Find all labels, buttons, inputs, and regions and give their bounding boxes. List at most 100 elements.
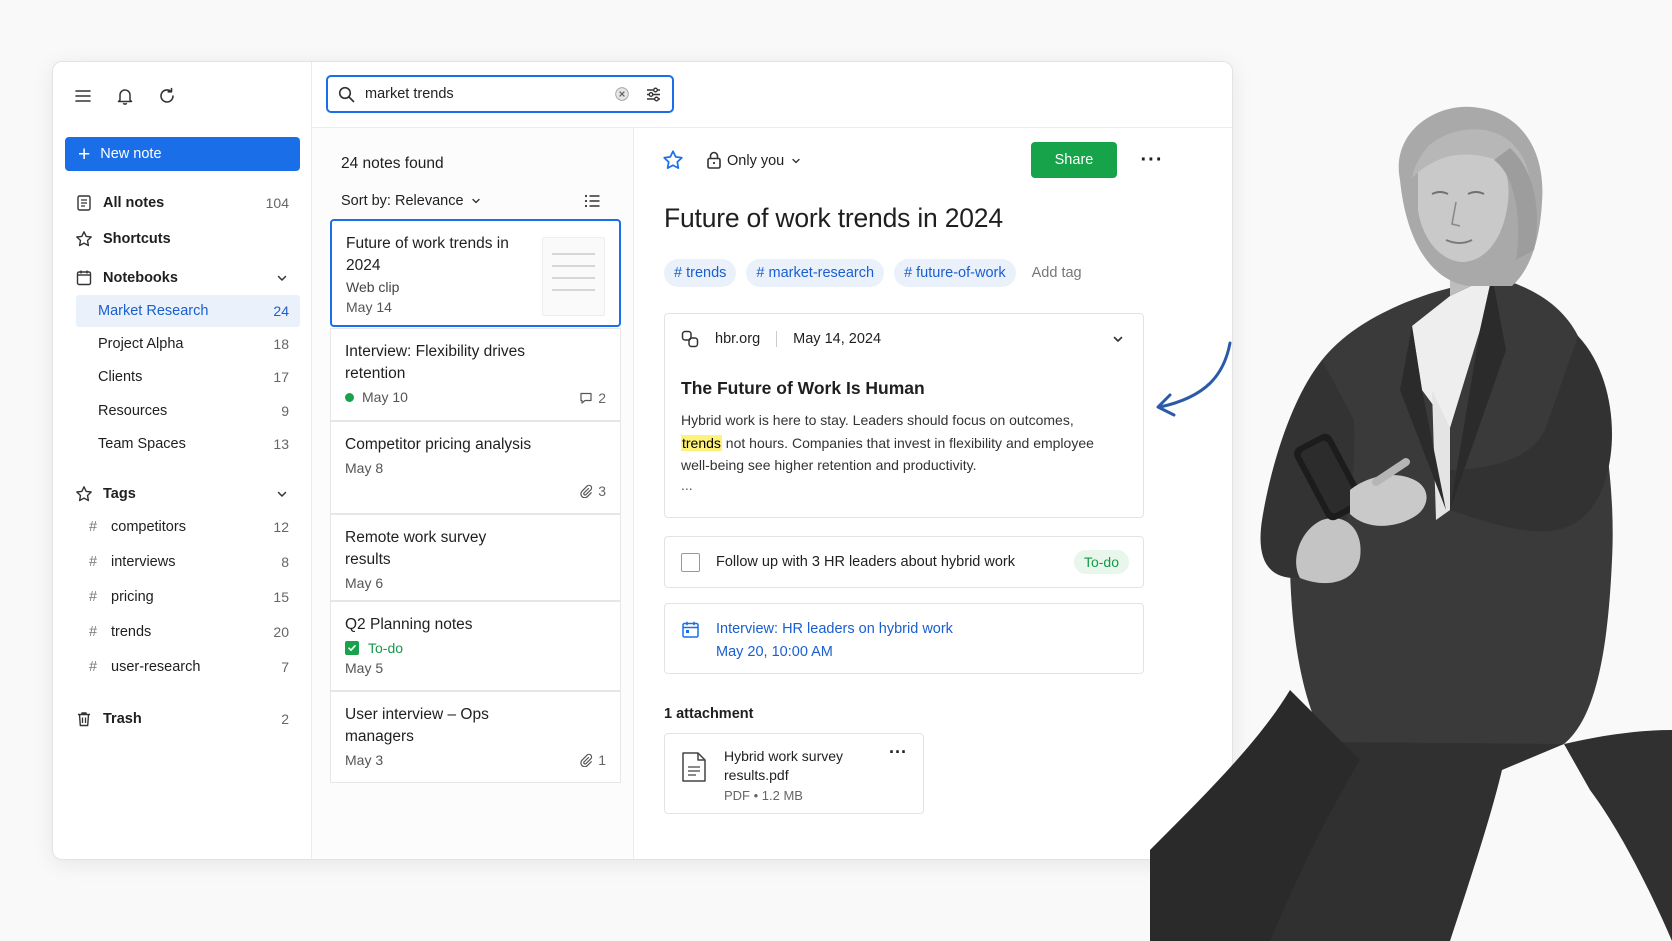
task-checkbox[interactable] <box>681 552 700 572</box>
clip-body-part1: Hybrid work is here to stay. Leaders sho… <box>681 412 1074 428</box>
note-card[interactable]: Remote work survey results May 6 <box>330 514 621 601</box>
note-card-selected[interactable]: Future of work trends in 2024 Web clip M… <box>330 219 621 327</box>
menu-icon[interactable] <box>73 86 93 106</box>
lock-icon[interactable] <box>703 149 725 171</box>
status-badge: To-do <box>1073 550 1129 574</box>
search-bar[interactable] <box>326 75 674 113</box>
filter-icon[interactable] <box>645 86 662 103</box>
note-date: May 5 <box>345 660 384 676</box>
clip-source[interactable]: hbr.org <box>715 331 760 347</box>
event-title[interactable]: Interview: HR leaders on hybrid work <box>716 621 953 637</box>
nav-tags-label: Tags <box>103 486 136 502</box>
nav-trash[interactable]: Trash 2 <box>65 702 300 736</box>
sort-dropdown[interactable]: Sort by: Relevance <box>341 193 482 209</box>
hash-icon: # <box>89 624 98 640</box>
tag-label: pricing <box>111 589 154 605</box>
calendar-event-card[interactable]: Interview: HR leaders on hybrid work May… <box>664 603 1144 674</box>
notebook-project-alpha[interactable]: Project Alpha 18 <box>76 328 300 360</box>
note-date: May 8 <box>345 460 384 476</box>
sort-label: Sort by: Relevance <box>341 193 464 209</box>
nav-notebooks[interactable]: Notebooks <box>65 261 300 295</box>
sidebar: + New note All notes 104 Shortcuts Noteb… <box>53 62 312 859</box>
paperclip-icon <box>579 753 593 767</box>
tag-chip[interactable]: # market-research <box>746 259 885 287</box>
bell-icon[interactable] <box>115 86 135 106</box>
note-list-pane: 24 notes found Sort by: Relevance Future… <box>312 128 634 859</box>
refresh-icon[interactable] <box>157 86 177 106</box>
sidebar-tag-trends[interactable]: # trends 20 <box>89 616 300 648</box>
notebook-market-research[interactable]: Market Research 24 <box>76 295 300 327</box>
tag-label: user-research <box>111 659 201 675</box>
notebook-label: Resources <box>98 403 168 419</box>
note-card[interactable]: Competitor pricing analysis May 8 3 <box>330 421 621 514</box>
sidebar-tag-pricing[interactable]: # pricing 15 <box>89 581 300 613</box>
attachment-more-button[interactable]: ··· <box>889 742 907 763</box>
search-icon <box>338 86 355 103</box>
chevron-down-icon[interactable] <box>1111 332 1125 346</box>
sharing-dropdown[interactable]: Only you <box>727 145 802 177</box>
tag-label: trends <box>111 624 152 640</box>
clip-ellipsis[interactable]: ... <box>681 477 693 493</box>
paperclip-icon <box>579 484 593 498</box>
hash-icon: # <box>89 589 98 605</box>
nav-shortcuts[interactable]: Shortcuts <box>65 222 300 256</box>
list-view-icon[interactable] <box>582 191 602 211</box>
comment-icon <box>579 391 593 405</box>
hash-icon: # <box>89 519 98 535</box>
clear-icon[interactable] <box>615 87 629 101</box>
note-meta: 1 <box>579 752 606 768</box>
calendar-icon <box>681 620 700 639</box>
sidebar-tag-competitors[interactable]: # competitors 12 <box>89 511 300 543</box>
page-title[interactable]: Future of work trends in 2024 <box>664 203 1003 234</box>
star-icon <box>75 230 93 248</box>
person-with-phone-image <box>1150 106 1672 941</box>
add-tag-button[interactable]: Add tag <box>1032 265 1082 281</box>
tag-count: 7 <box>281 659 289 675</box>
note-card[interactable]: Q2 Planning notes To-do May 5 <box>330 601 621 691</box>
tag-chip[interactable]: # trends <box>664 259 737 287</box>
attachment-info: PDF • 1.2 MB <box>724 788 803 803</box>
note-card[interactable]: Interview: Flexibility drives retention … <box>330 328 621 421</box>
star-icon[interactable] <box>662 149 684 171</box>
nav-tags[interactable]: Tags <box>65 477 300 511</box>
clip-source-row: hbr.org May 14, 2024 <box>681 330 881 348</box>
nav-all-notes[interactable]: All notes 104 <box>65 186 300 220</box>
task-text: Follow up with 3 HR leaders about hybrid… <box>716 554 1015 570</box>
search-highlight: trends <box>681 434 722 451</box>
status-dot <box>345 392 354 402</box>
note-card[interactable]: User interview – Ops managers May 3 1 <box>330 691 621 783</box>
note-date: May 10 <box>362 389 408 405</box>
todo-indicator: To-do <box>345 640 606 656</box>
clip-title: The Future of Work Is Human <box>681 378 925 398</box>
results-count: 24 notes found <box>341 155 444 172</box>
share-button[interactable]: Share <box>1031 142 1117 178</box>
note-title: Q2 Planning notes <box>345 616 473 633</box>
tag-label: competitors <box>111 519 186 535</box>
attachment-count: 3 <box>598 483 606 499</box>
notebook-team-spaces[interactable]: Team Spaces 13 <box>76 428 300 460</box>
tag-chip[interactable]: # future-of-work <box>894 259 1016 287</box>
divider <box>776 331 778 347</box>
web-clip-card: hbr.org May 14, 2024 The Future of Work … <box>664 313 1144 518</box>
note-date: May 3 <box>345 752 384 768</box>
search-input[interactable] <box>365 86 615 102</box>
notebook-clients[interactable]: Clients 17 <box>76 361 300 393</box>
notebook-resources[interactable]: Resources 9 <box>76 395 300 427</box>
sidebar-top-icons <box>73 86 177 106</box>
task-card: Follow up with 3 HR leaders about hybrid… <box>664 536 1144 588</box>
chevron-down-icon[interactable] <box>275 271 289 285</box>
attachment-card[interactable]: Hybrid work survey results.pdf PDF • 1.2… <box>664 733 924 814</box>
sidebar-tag-interviews[interactable]: # interviews 8 <box>89 546 300 578</box>
clip-body: Hybrid work is here to stay. Leaders sho… <box>681 409 1126 477</box>
chevron-down-icon <box>790 155 802 167</box>
note-meta: 2 <box>579 390 606 406</box>
chevron-down-icon[interactable] <box>275 487 289 501</box>
new-note-button[interactable]: + New note <box>65 137 300 171</box>
note-tags: # trends # market-research # future-of-w… <box>664 259 1082 287</box>
sharing-scope: Only you <box>727 153 785 169</box>
note-title: Remote work survey results <box>345 529 487 568</box>
sidebar-tag-user-research[interactable]: # user-research 7 <box>89 651 300 683</box>
note-meta: 3 <box>579 483 606 499</box>
tag-count: 8 <box>281 554 289 570</box>
note-title: Competitor pricing analysis <box>345 436 532 453</box>
